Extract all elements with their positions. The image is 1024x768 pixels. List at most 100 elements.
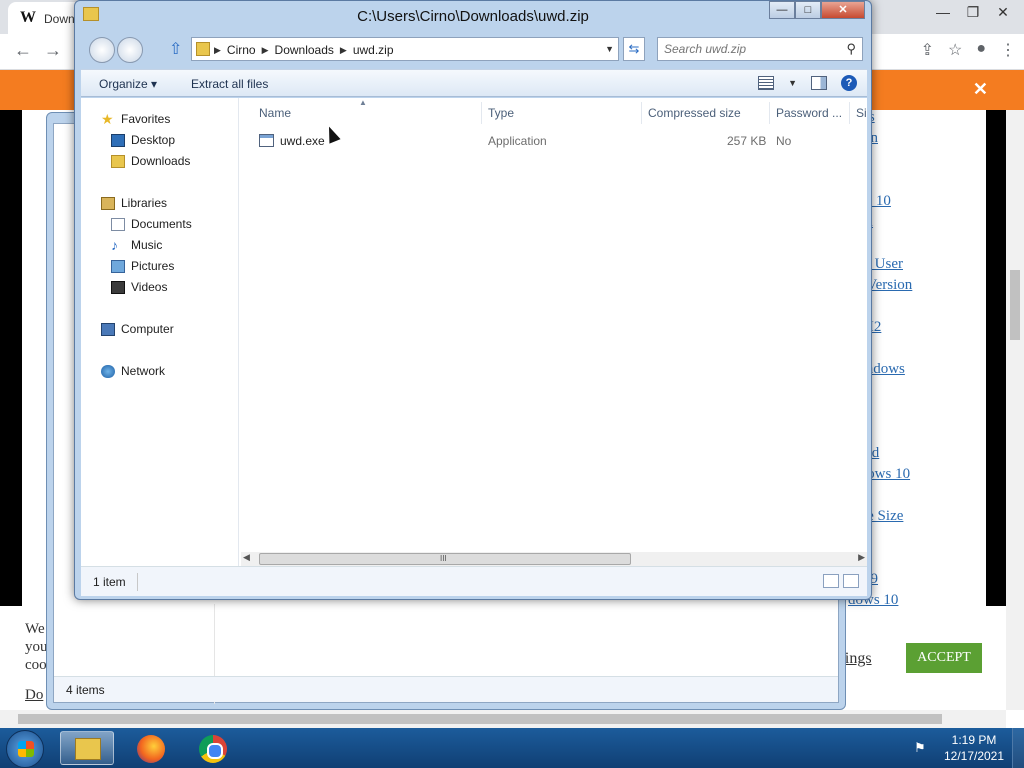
file-compressed-size: 257 KB [727, 134, 767, 148]
nav-libraries[interactable]: Libraries [101, 196, 167, 210]
column-header-type[interactable]: Type [488, 106, 514, 120]
nav-computer[interactable]: Computer [101, 322, 174, 336]
clock-time: 1:19 PM [951, 733, 997, 747]
action-center-flag-icon[interactable]: ⚑ [914, 740, 926, 756]
banner-close-icon[interactable]: ✕ [973, 79, 988, 100]
minimize-button[interactable]: — [769, 1, 795, 19]
breadcrumb: ▶ Cirno ▶ Downloads ▶ uwd.zip [214, 43, 394, 57]
chrome-icon [199, 735, 227, 763]
system-clock[interactable]: 1:19 PM 12/17/2021 [940, 732, 1008, 764]
back-arrow-icon[interactable]: ← [14, 40, 32, 61]
page-scroll-thumb[interactable] [1010, 270, 1020, 340]
nav-label: Favorites [121, 112, 171, 126]
back-button[interactable] [89, 37, 115, 63]
breadcrumb-item[interactable]: uwd.zip [353, 43, 394, 57]
address-row: ⇧ ▶ Cirno ▶ Downloads ▶ uwd.zip ▼ ⇆ ⚲ [81, 33, 867, 67]
up-arrow-icon[interactable]: ⇧ [169, 39, 182, 59]
explorer-body: ★ Favorites Desktop Downloads Libraries D… [81, 98, 867, 566]
clock-date: 12/17/2021 [943, 749, 1005, 763]
share-icon[interactable]: ⇪ [921, 40, 934, 60]
nav-label: Computer [121, 322, 174, 336]
computer-icon [101, 322, 115, 336]
column-divider[interactable] [849, 102, 850, 124]
column-divider[interactable] [481, 102, 482, 124]
view-toggle [823, 574, 859, 588]
scroll-thumb[interactable]: III [259, 553, 631, 565]
search-box[interactable]: ⚲ [657, 37, 863, 61]
help-icon[interactable]: ? [841, 75, 857, 91]
chevron-down-icon[interactable]: ▼ [605, 44, 614, 54]
nav-network[interactable]: Network [101, 364, 165, 378]
start-button[interactable] [6, 730, 44, 768]
chevron-right-icon[interactable]: ▶ [340, 43, 347, 57]
file-name[interactable]: uwd.exe [280, 134, 325, 148]
star-icon[interactable]: ☆ [948, 40, 962, 60]
organize-button[interactable]: Organize ▾ [99, 77, 157, 91]
breadcrumb-item[interactable]: Cirno [227, 43, 256, 57]
column-header-password[interactable]: Password ... [776, 106, 842, 120]
chevron-right-icon[interactable]: ▶ [262, 43, 269, 57]
details-view-icon[interactable] [823, 574, 839, 588]
explorer-window[interactable]: C:\Users\Cirno\Downloads\uwd.zip — □ ✕ ⇧… [74, 0, 872, 600]
column-header-compressed-size[interactable]: Compressed size [648, 106, 741, 120]
search-input[interactable] [664, 42, 834, 56]
window-titlebar[interactable]: C:\Users\Cirno\Downloads\uwd.zip — □ ✕ [75, 1, 871, 31]
page-horizontal-scrollbar[interactable] [0, 710, 1006, 728]
sort-ascending-icon: ▲ [359, 98, 367, 107]
background-item-count: 4 items [66, 683, 105, 697]
back-forward-buttons [89, 37, 149, 63]
nav-music[interactable]: ♪ Music [111, 236, 162, 253]
menu-icon[interactable]: ⋮ [1000, 40, 1016, 60]
file-list: ▲ Name Type Compressed size Password ...… [241, 98, 867, 566]
breadcrumb-item[interactable]: Downloads [275, 43, 334, 57]
column-divider[interactable] [769, 102, 770, 124]
taskbar-firefox[interactable] [124, 731, 178, 765]
nav-videos[interactable]: Videos [111, 280, 167, 294]
search-icon[interactable]: ⚲ [846, 41, 856, 57]
application-icon [259, 134, 274, 147]
column-header-size[interactable]: Si [856, 106, 867, 120]
taskbar-chrome[interactable] [186, 731, 240, 765]
navigation-pane: ★ Favorites Desktop Downloads Libraries D… [81, 98, 239, 566]
taskbar: ⚑ 1:19 PM 12/17/2021 [0, 728, 1024, 768]
column-header-name[interactable]: Name [259, 106, 291, 120]
large-icons-view-icon[interactable] [843, 574, 859, 588]
refresh-icon[interactable]: ⇆ [623, 37, 645, 61]
address-bar[interactable]: ▶ Cirno ▶ Downloads ▶ uwd.zip ▼ [191, 37, 619, 61]
show-desktop-button[interactable] [1012, 728, 1024, 768]
cookie-link[interactable]: Do [25, 686, 48, 704]
taskbar-explorer[interactable] [60, 731, 114, 765]
page-vertical-scrollbar[interactable] [1006, 110, 1024, 710]
nav-downloads[interactable]: Downloads [111, 154, 190, 168]
browser-minimize-button[interactable]: — [928, 2, 958, 22]
browser-restore-button[interactable]: ❐ [958, 2, 988, 22]
star-icon: ★ [101, 110, 114, 127]
maximize-button[interactable]: □ [795, 1, 821, 19]
accept-button[interactable]: ACCEPT [906, 643, 982, 673]
nav-favorites[interactable]: ★ Favorites [101, 110, 171, 127]
nav-desktop[interactable]: Desktop [111, 133, 175, 147]
extract-all-button[interactable]: Extract all files [191, 77, 268, 91]
page-black-edge-left [0, 110, 22, 606]
column-divider[interactable] [641, 102, 642, 124]
libraries-icon [101, 196, 115, 210]
music-icon: ♪ [111, 236, 118, 253]
nav-label: Downloads [131, 154, 191, 168]
forward-arrow-icon[interactable]: → [44, 40, 62, 61]
close-button[interactable]: ✕ [821, 1, 865, 19]
view-options-icon[interactable] [758, 76, 775, 90]
page-black-edge-right [986, 110, 1006, 606]
forward-button[interactable] [117, 37, 143, 63]
file-list-horizontal-scrollbar[interactable]: ◀ III ▶ [241, 552, 867, 566]
profile-icon[interactable]: ● [976, 40, 986, 60]
chevron-right-icon[interactable]: ▶ [214, 43, 221, 57]
scroll-right-icon[interactable]: ▶ [858, 552, 865, 563]
address-folder-icon [196, 42, 210, 56]
browser-close-button[interactable]: ✕ [988, 2, 1018, 22]
nav-pictures[interactable]: Pictures [111, 259, 174, 273]
page-hscroll-thumb[interactable] [18, 714, 942, 724]
preview-pane-icon[interactable] [811, 76, 827, 90]
scroll-left-icon[interactable]: ◀ [243, 552, 250, 563]
chevron-down-icon[interactable]: ▼ [788, 78, 797, 88]
nav-documents[interactable]: Documents [111, 217, 192, 231]
